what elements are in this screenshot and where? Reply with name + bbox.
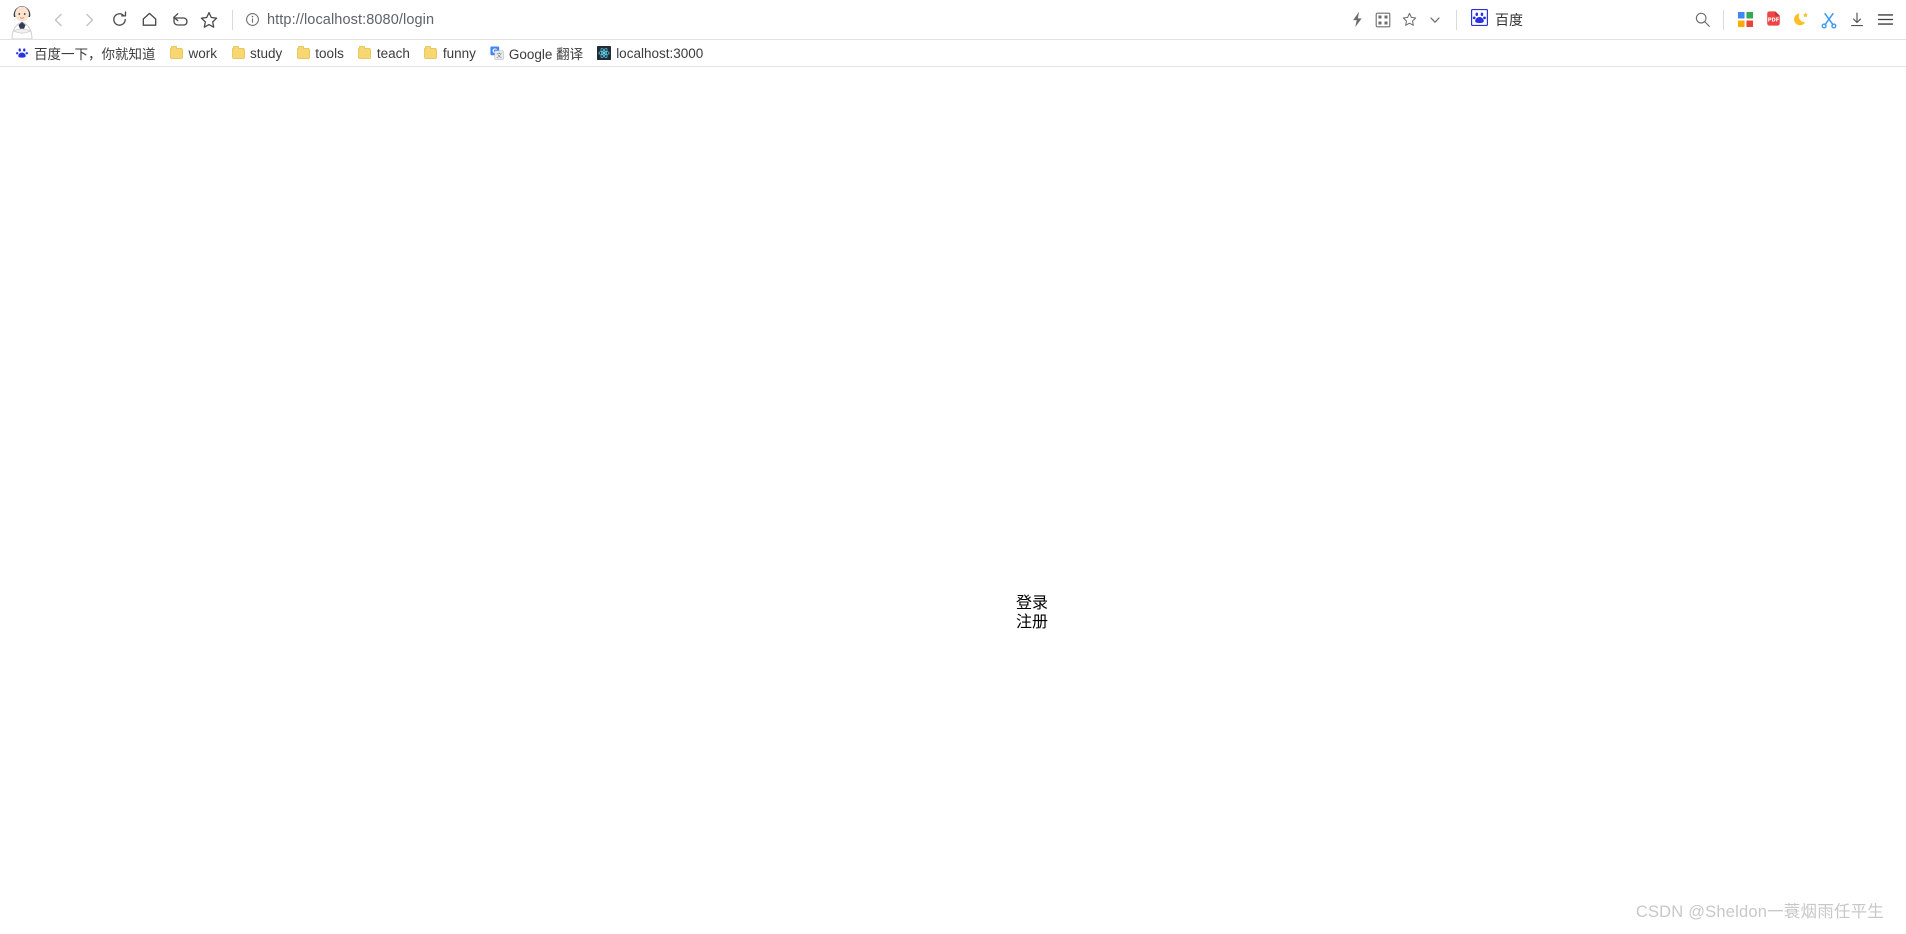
search-engine-baidu[interactable]: 百度	[1465, 6, 1529, 34]
toolbar-right-section: 百度 PDF	[1344, 0, 1898, 39]
url-text: http://localhost:8080/login	[267, 11, 435, 28]
folder-icon	[231, 45, 245, 60]
folder-icon	[358, 45, 372, 60]
toolbar-divider-3	[1723, 9, 1724, 30]
baidu-paw-icon	[15, 46, 29, 60]
page-viewport: 登录 注册 CSDN @Sheldon一蓑烟雨任平生	[0, 67, 1906, 934]
bookmark-item-google-translate[interactable]: G 文 Google 翻译	[483, 41, 590, 65]
svg-text:文: 文	[496, 52, 502, 60]
screenshot-scissors-icon[interactable]	[1816, 6, 1842, 34]
auth-links-group: 登录 注册	[1016, 593, 1048, 632]
bookmark-item-work[interactable]: work	[163, 41, 225, 65]
svg-text:PDF: PDF	[1767, 18, 1779, 24]
bookmark-item-baidu[interactable]: 百度一下，你就知道	[8, 41, 163, 65]
extension-icons: PDF	[1732, 6, 1898, 34]
bookmarks-bar: 百度一下，你就知道 work study tools teach funny 文…	[0, 40, 1906, 67]
bookmark-item-study[interactable]: study	[224, 41, 289, 65]
csdn-watermark: CSDN @Sheldon一蓑烟雨任平生	[1635, 903, 1884, 921]
browser-window: http://localhost:8080/login 百度 PDF 百度一下，…	[0, 0, 1906, 934]
address-bar[interactable]: http://localhost:8080/login	[241, 5, 1344, 35]
qrcode-icon[interactable]	[1370, 6, 1396, 34]
chevron-down-icon[interactable]	[1422, 6, 1448, 34]
user-avatar[interactable]	[0, 0, 44, 39]
bookmark-label: Google 翻译	[508, 47, 584, 62]
star-outline-icon[interactable]	[1396, 6, 1422, 34]
login-link[interactable]: 登录	[1016, 593, 1048, 613]
bookmark-item-tools[interactable]: tools	[289, 41, 351, 65]
bookmark-label: funny	[442, 45, 476, 61]
bookmark-label: localhost:3000	[616, 45, 704, 61]
baidu-paw-icon	[1470, 8, 1489, 31]
toolbar-divider-2	[1456, 9, 1457, 30]
react-icon	[597, 46, 612, 60]
bookmark-item-localhost-3000[interactable]: localhost:3000	[590, 41, 710, 65]
navigation-buttons	[44, 5, 224, 35]
bookmark-label: 百度一下，你就知道	[34, 47, 156, 62]
folder-icon	[424, 45, 438, 60]
back-icon[interactable]	[44, 5, 74, 35]
reload-icon[interactable]	[104, 5, 134, 35]
toolbar-divider	[232, 9, 233, 30]
search-engine-label: 百度	[1495, 11, 1523, 28]
folder-icon	[296, 45, 310, 60]
bookmark-item-funny[interactable]: funny	[417, 41, 483, 65]
lightning-icon[interactable]	[1344, 6, 1370, 34]
google-translate-icon: G 文	[490, 46, 504, 60]
pdf-icon[interactable]: PDF	[1760, 6, 1786, 34]
download-icon[interactable]	[1844, 6, 1870, 34]
folder-icon	[170, 45, 184, 60]
bookmark-label: tools	[315, 45, 344, 61]
bookmark-star-icon[interactable]	[194, 5, 224, 35]
browser-toolbar: http://localhost:8080/login 百度 PDF	[0, 0, 1906, 40]
bookmark-item-teach[interactable]: teach	[351, 41, 417, 65]
night-mode-icon[interactable]	[1788, 6, 1814, 34]
info-circle-icon[interactable]	[241, 9, 263, 31]
bookmark-label: work	[188, 45, 218, 61]
bookmark-label: teach	[376, 45, 410, 61]
bookmark-label: study	[250, 45, 283, 61]
search-icon[interactable]	[1689, 6, 1715, 34]
undo-icon[interactable]	[164, 5, 194, 35]
home-icon[interactable]	[134, 5, 164, 35]
apps-grid-icon[interactable]	[1732, 6, 1758, 34]
menu-icon[interactable]	[1872, 6, 1898, 34]
forward-icon[interactable]	[74, 5, 104, 35]
register-link[interactable]: 注册	[1016, 612, 1048, 632]
